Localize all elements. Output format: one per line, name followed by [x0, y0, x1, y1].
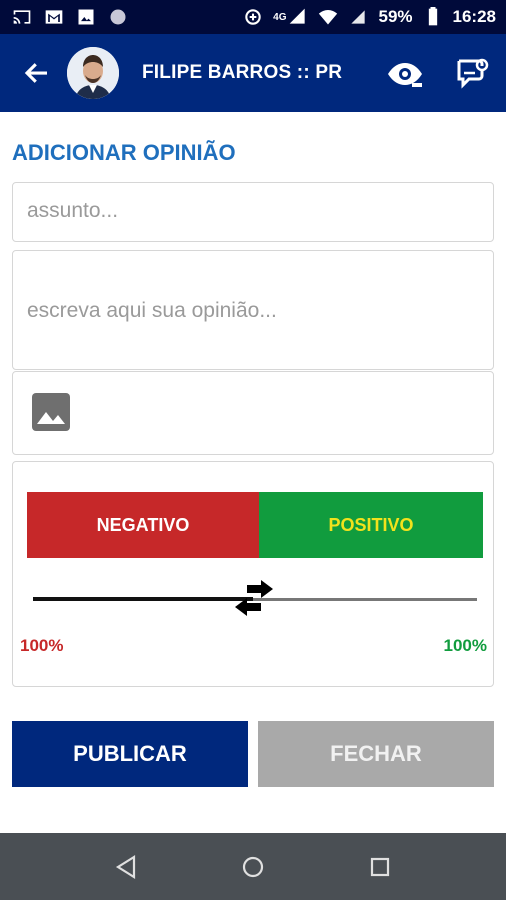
battery-icon [428, 7, 437, 26]
clock: 16:28 [452, 7, 496, 26]
nav-home-icon[interactable] [239, 853, 267, 881]
status-bar: 4G 59% 16:28 [0, 0, 506, 34]
signal-icon [290, 8, 306, 24]
person-portrait-icon [67, 47, 119, 99]
cell-signal-icon [351, 10, 366, 24]
opinion-field [12, 250, 494, 370]
image-notification-icon [78, 9, 94, 25]
opinion-sentiment-selector: NEGATIVO POSITIVO 100% 100% [12, 461, 494, 687]
close-button[interactable]: FECHAR [258, 721, 494, 787]
cast-icon [13, 10, 31, 24]
nav-back-icon[interactable] [112, 853, 140, 881]
back-arrow-icon[interactable] [22, 58, 52, 88]
network-type: 4G [273, 11, 287, 23]
subject-input[interactable] [13, 183, 493, 239]
sentiment-bar: NEGATIVO POSITIVO [27, 492, 483, 558]
chat-bubble-icon[interactable] [454, 56, 490, 92]
opinion-input[interactable] [13, 251, 493, 369]
image-icon[interactable] [31, 392, 71, 432]
navigation-bar [0, 833, 506, 900]
app-bar: FILIPE BARROS :: PR [0, 34, 506, 112]
header-title: FILIPE BARROS :: PR [142, 62, 343, 83]
nav-recents-icon[interactable] [366, 853, 394, 881]
subject-field [12, 182, 494, 242]
circle-notification-icon [110, 9, 126, 25]
positive-percent: 100% [443, 636, 487, 655]
eye-icon[interactable] [386, 58, 424, 90]
positive-option[interactable]: POSITIVO [259, 492, 483, 558]
data-saver-icon [245, 9, 261, 25]
swap-arrows-icon[interactable] [233, 579, 275, 619]
page-title: ADICIONAR OPINIÃO [12, 140, 236, 165]
battery-percent: 59% [378, 7, 413, 26]
negative-option[interactable]: NEGATIVO [27, 492, 259, 558]
gmail-icon [45, 10, 63, 24]
avatar[interactable] [67, 47, 119, 99]
negative-percent: 100% [20, 636, 64, 655]
publish-button[interactable]: PUBLICAR [12, 721, 248, 787]
wifi-icon [319, 10, 338, 25]
image-attachment-field [12, 371, 494, 455]
